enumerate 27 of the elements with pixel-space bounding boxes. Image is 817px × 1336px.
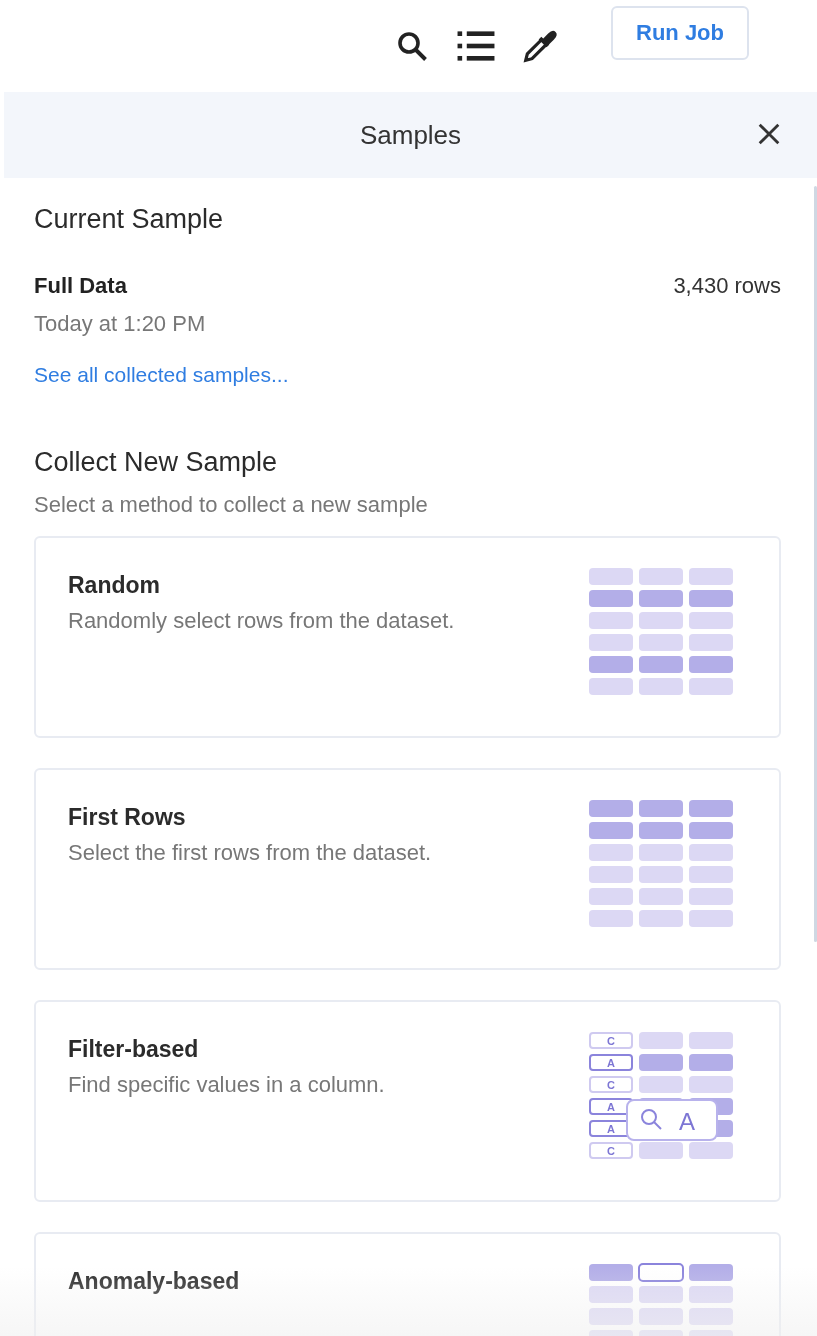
search-chip: A: [626, 1099, 718, 1141]
method-description: Select the first rows from the dataset.: [68, 839, 433, 867]
section-heading: Collect New Sample: [34, 447, 279, 478]
section-subtitle: Select a method to collect a new sample: [34, 492, 429, 518]
panel-title: Samples: [359, 119, 462, 151]
method-card[interactable]: First Rows Select the first rows from the dataset.: [34, 768, 781, 970]
method-title: First Rows: [68, 804, 187, 831]
samples-link[interactable]: See all collected samples...: [34, 363, 289, 387]
scrollbar[interactable]: [814, 186, 817, 942]
method-card[interactable]: Anomaly-based: [34, 1232, 781, 1336]
method-description: Randomly select rows from the dataset.: [68, 607, 456, 635]
column-tag: C: [589, 1076, 633, 1093]
column-tag: A: [589, 1098, 633, 1115]
method-card[interactable]: Random Randomly select rows from the dataset.: [34, 536, 781, 738]
sample-name: Full Data: [34, 273, 127, 299]
method-description: Find specific values in a column.: [68, 1071, 386, 1099]
method-title: Filter-based: [68, 1036, 200, 1063]
section-heading: Current Sample: [34, 204, 225, 235]
column-tag: A: [589, 1054, 633, 1071]
column-tag: C: [589, 1142, 633, 1159]
method-title: Random: [68, 572, 161, 599]
sample-time: Today at 1:20 PM: [34, 311, 207, 337]
column-tag: C: [589, 1032, 633, 1049]
method-card[interactable]: Filter-based Find specific values in a column. C A C A A C A: [34, 1000, 781, 1202]
row-count: 3,430 rows: [673, 273, 781, 299]
run-job-button[interactable]: Run Job: [611, 6, 749, 60]
method-title: Anomaly-based: [68, 1268, 241, 1295]
